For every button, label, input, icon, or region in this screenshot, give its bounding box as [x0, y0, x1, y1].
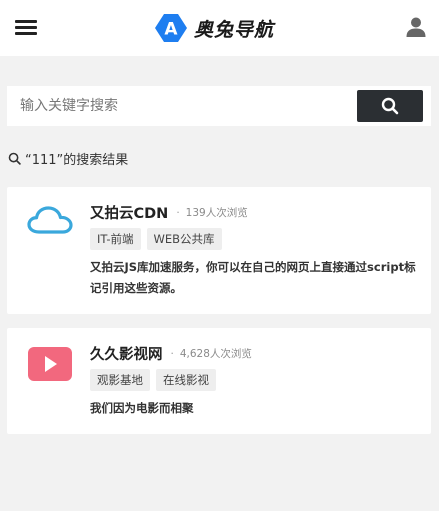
tag-list: IT-前端 WEB公共库	[90, 228, 222, 250]
tag[interactable]: 在线影视	[156, 369, 216, 391]
view-count: 4,628人次浏览	[171, 346, 252, 361]
tag[interactable]: WEB公共库	[146, 228, 222, 250]
site-logo[interactable]: A 奥兔导航	[154, 12, 274, 44]
play-icon	[28, 347, 72, 381]
card-header: 久久影视网 4,628人次浏览	[90, 342, 252, 364]
search-icon	[381, 97, 399, 115]
search-small-icon	[8, 152, 21, 165]
logo-text: 奥兔导航	[194, 18, 275, 41]
top-navbar: A 奥兔导航	[0, 0, 439, 56]
cloud-icon	[27, 206, 73, 234]
card-title[interactable]: 又拍云CDN	[90, 202, 168, 223]
logo-letter: A	[164, 20, 178, 40]
search-bar	[7, 86, 431, 126]
search-input[interactable]	[7, 86, 352, 126]
user-icon[interactable]	[405, 16, 427, 38]
card-header: 又拍云CDN 139人次浏览	[90, 201, 248, 223]
card-description: 又拍云JS库加速服务，你可以在自己的网页上直接通过script标记引用这些资源。	[90, 260, 416, 295]
view-count: 139人次浏览	[176, 205, 248, 220]
result-card[interactable]: 久久影视网 4,628人次浏览 观影基地 在线影视 我们因为电影而相聚	[7, 328, 431, 434]
tag[interactable]: 观影基地	[90, 369, 150, 391]
search-button[interactable]	[357, 90, 423, 122]
tag[interactable]: IT-前端	[90, 228, 141, 250]
card-description: 我们因为电影而相聚	[90, 401, 194, 415]
logo-mark-icon: A	[155, 14, 187, 42]
search-result-heading: “111”的搜索结果	[8, 148, 128, 168]
card-title[interactable]: 久久影视网	[90, 343, 163, 364]
result-title-text: “111”的搜索结果	[25, 152, 129, 168]
menu-icon[interactable]	[15, 18, 37, 36]
tag-list: 观影基地 在线影视	[90, 369, 216, 391]
result-card[interactable]: 又拍云CDN 139人次浏览 IT-前端 WEB公共库 又拍云JS库加速服务，你…	[7, 187, 431, 314]
